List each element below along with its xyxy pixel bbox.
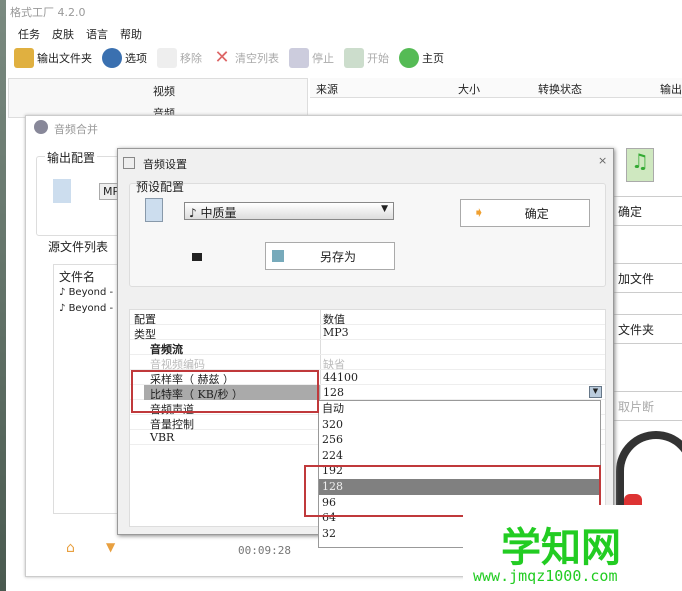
clear-list-button[interactable]: ✕ 清空列表 [212, 48, 279, 68]
window-title: 格式工厂 4.2.0 [10, 6, 86, 19]
move-up-icon[interactable]: ⌂ [66, 540, 75, 556]
output-config-group: 输出配置 MP [36, 149, 126, 236]
preset-select[interactable]: ♪ 中质量 ▼ [184, 202, 394, 220]
bitrate-option[interactable]: 256 [319, 432, 600, 448]
menu-bar: 任务 皮肤 语言 帮助 [18, 26, 142, 42]
add-file-button[interactable]: 加文件 [611, 263, 682, 293]
grid-header: 配置 数值 [130, 310, 605, 326]
category-video[interactable]: 视频 [153, 83, 175, 99]
col-source[interactable]: 来源 [316, 81, 338, 97]
merge-title: 音频合并 [54, 123, 98, 136]
close-icon[interactable]: × [598, 154, 607, 167]
stop-icon [289, 48, 309, 68]
cmd-icon [192, 253, 202, 261]
bitrate-option[interactable]: 自动 [319, 401, 600, 417]
arrow-right-icon: ➧ [473, 205, 485, 221]
grid-category-audio-stream[interactable]: 音频流 [130, 340, 605, 356]
bitrate-option[interactable]: 320 [319, 417, 600, 433]
desktop-edge [0, 0, 6, 591]
mp3-file-icon [53, 179, 71, 203]
file-item[interactable]: ♪ Beyond - [59, 303, 113, 314]
col-output[interactable]: 输出 [660, 81, 682, 97]
save-as-button[interactable]: 另存为 [265, 242, 395, 270]
task-table-header: 来源 大小 转换状态 输出 [310, 78, 682, 98]
options-button[interactable]: 选项 [102, 48, 147, 68]
home-button[interactable]: 主页 [399, 48, 444, 68]
preset-group: 预设配置 ♪ 中质量 ▼ ➧ 确定 另存为 [129, 180, 606, 287]
merge-icon [34, 120, 48, 134]
source-list-label: 源文件列表 [48, 240, 109, 254]
col-size[interactable]: 大小 [458, 81, 480, 97]
menu-task[interactable]: 任务 [18, 26, 40, 42]
grid-row-type[interactable]: 类型 MP3 [130, 325, 605, 341]
mp3-file-icon [145, 198, 163, 222]
save-icon [272, 250, 284, 262]
bitrate-option[interactable]: 224 [319, 448, 600, 464]
chevron-down-icon: ▼ [381, 204, 388, 214]
grid-row-codec[interactable]: 音视频编码 缺省 [130, 355, 605, 371]
clip-button[interactable]: 取片断 [611, 391, 682, 421]
move-down-icon[interactable]: ▼ [106, 540, 115, 554]
merge-ok-button[interactable]: 确定 [611, 196, 682, 226]
globe-icon [399, 48, 419, 68]
menu-help[interactable]: 帮助 [120, 26, 142, 42]
watermark-url: www.jmqz1000.com [473, 567, 618, 585]
highlight-box-settings [131, 370, 319, 413]
total-duration: 00:09:28 [238, 544, 291, 557]
watermark-name: 学知网 [501, 525, 621, 571]
x-icon: ✕ [214, 47, 230, 68]
source-file-list[interactable]: 文件名 ♪ Beyond - ♪ Beyond - [53, 264, 123, 514]
remove-button[interactable]: 移除 [157, 48, 202, 68]
stop-button[interactable]: 停止 [289, 48, 334, 68]
toolbar: 输出文件夹 选项 移除 ✕ 清空列表 停止 开始 主页 [14, 48, 444, 68]
dropdown-arrow-icon[interactable]: ▼ [589, 386, 602, 398]
settings-icon [123, 157, 135, 169]
music-file-icon: ♫ [626, 148, 654, 182]
output-folder-button[interactable]: 输出文件夹 [14, 48, 92, 68]
col-status[interactable]: 转换状态 [538, 81, 582, 97]
start-icon [344, 48, 364, 68]
dialog-title: 音频设置 [143, 158, 187, 171]
category-pane: 视频 音频 [8, 78, 308, 120]
watermark: 学知网 www.jmqz1000.com [463, 505, 682, 591]
file-item[interactable]: ♪ Beyond - [59, 287, 113, 298]
gear-icon [102, 48, 122, 68]
start-button[interactable]: 开始 [344, 48, 389, 68]
ok-button[interactable]: ➧ 确定 [460, 199, 590, 227]
menu-language[interactable]: 语言 [86, 26, 108, 42]
folder-icon [14, 48, 34, 68]
remove-icon [157, 48, 177, 68]
menu-skin[interactable]: 皮肤 [52, 26, 74, 42]
add-folder-button[interactable]: 文件夹 [611, 314, 682, 344]
